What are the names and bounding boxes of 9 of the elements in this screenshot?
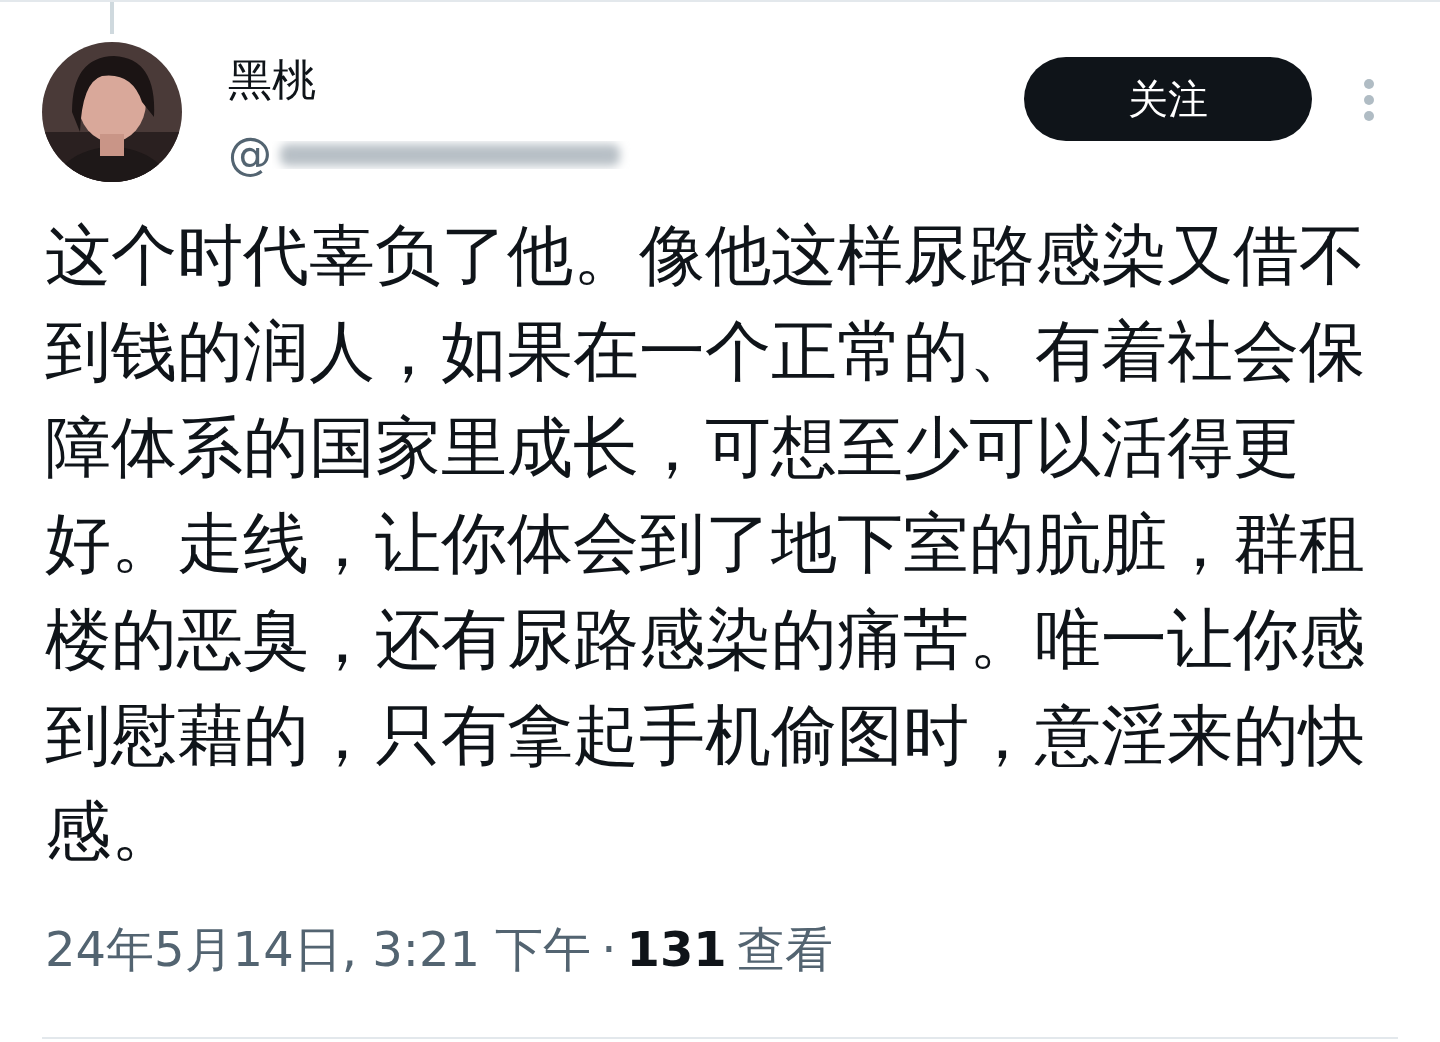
timestamp[interactable]: 24年5月14日, 3:21 下午 [45, 918, 592, 982]
views-label: 查看 [736, 920, 833, 979]
separator-dot: · [601, 921, 617, 977]
display-name: 黑桃 [228, 53, 317, 107]
tweet-text: 这个时代辜负了他。像他这样尿路感染又借不到钱的润人，如果在一个正常的、有着社会保障体系的国家里成长，可想至少可以活得更好。走线，让你体会到了地下室的肮脏，群租楼的恶臭，还有尿路感染的痛苦。唯一让你感到慰藉的，只有拿起手机偷图时，意淫来的快感。 [45, 216, 1366, 872]
username: @ [228, 128, 272, 180]
follow-button[interactable]: 关注 [1024, 57, 1312, 141]
view-count: 131 [626, 921, 727, 977]
more-options-icon[interactable] [1362, 78, 1376, 122]
